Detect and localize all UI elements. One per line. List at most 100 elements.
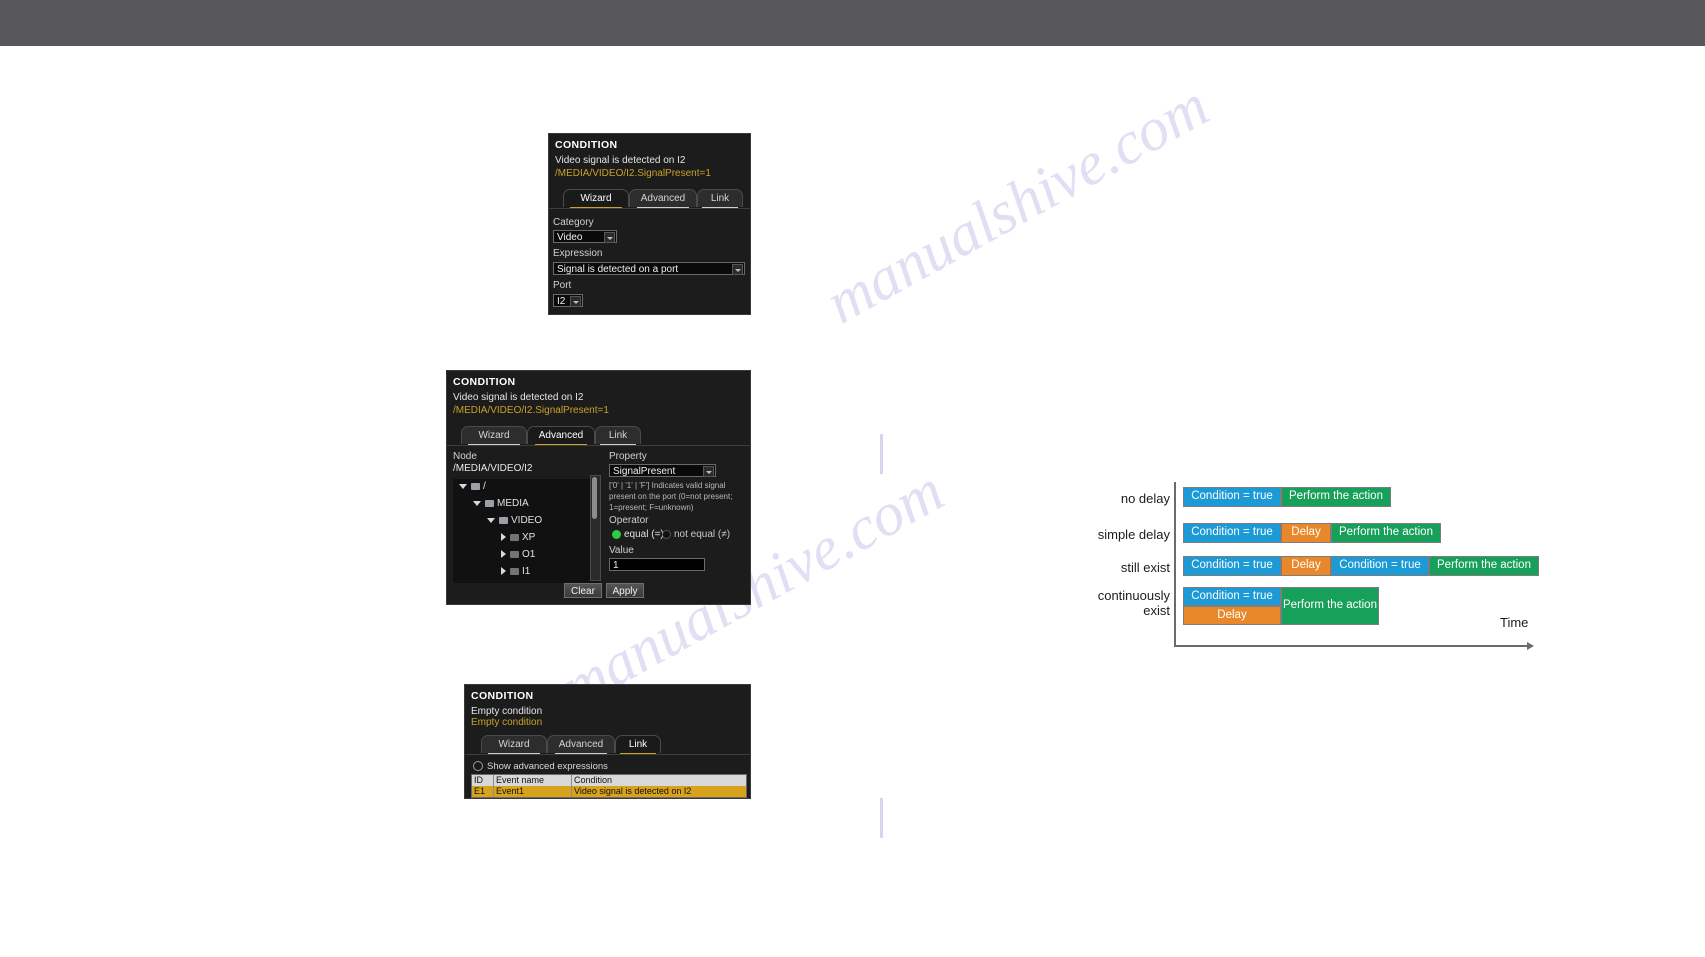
chevron-right-icon[interactable] [501,550,506,559]
category-value: Video [557,232,583,243]
column-header-id: ID [472,775,494,786]
tree-item-label: O1 [522,549,536,560]
tree-item-label: VIDEO [511,515,543,526]
node-tree[interactable]: / MEDIA VIDEO XP O1 I1 [453,479,599,583]
property-value: SignalPresent [613,466,676,477]
linked-events-table[interactable]: ID Event name Condition E1 Event1 Video … [471,774,747,798]
operator-radio-not-equal[interactable]: not equal (≠) [662,529,730,542]
panel-title: CONDITION [453,376,516,388]
row-label-still-exist: still exist [1120,560,1170,575]
segment-perform-action: Perform the action [1281,587,1379,625]
cell-event-name: Event1 [494,786,572,797]
condition-panel-wizard: CONDITION Video signal is detected on I2… [548,133,751,315]
tab-wizard[interactable]: Wizard [461,426,527,446]
chevron-right-icon[interactable] [501,567,506,576]
condition-summary: Video signal is detected on I2 [555,155,686,166]
segment-condition-true: Condition = true [1331,556,1429,576]
chevron-down-icon[interactable] [473,500,481,506]
folder-icon [471,482,480,490]
tree-scrollbar[interactable] [590,475,601,581]
chevron-down-icon[interactable] [487,517,495,523]
segment-condition-true: Condition = true [1183,587,1281,606]
column-header-event-name: Event name [494,775,572,786]
table-row[interactable]: E1 Event1 Video signal is detected on I2 [472,786,746,797]
cell-id: E1 [472,786,494,797]
show-advanced-expressions-toggle[interactable]: Show advanced expressions [473,761,608,773]
radio-selected-icon[interactable] [612,529,621,539]
category-label: Category [553,217,594,228]
page-header-bar [0,0,1705,46]
port-select[interactable]: I2 [553,294,583,307]
watermark-mark [880,434,883,474]
tab-advanced-label: Advanced [640,193,686,204]
tree-item-o1[interactable]: O1 [501,549,535,562]
folder-icon [510,567,519,575]
condition-panel-link: CONDITION Empty condition Empty conditio… [464,684,751,799]
port-label: Port [553,280,572,291]
row-label-continuously: continuously [1097,588,1170,603]
operator-not-equal-label: not equal (≠) [674,529,731,540]
time-axis-label: Time [1500,615,1529,630]
tree-item-media[interactable]: MEDIA [473,498,529,511]
folder-icon [510,533,519,541]
category-select[interactable]: Video [553,230,617,243]
table-header-row: ID Event name Condition [472,775,746,786]
value-input[interactable]: 1 [609,558,705,571]
tree-item-root[interactable]: / [459,481,486,494]
timing-diagram: Time no delay Condition = true Perform t… [1098,482,1539,652]
node-label: Node [453,451,477,462]
chevron-down-icon[interactable] [570,296,581,307]
tab-wizard[interactable]: Wizard [481,735,547,755]
tab-link[interactable]: Link [595,426,641,446]
condition-expression-path: /MEDIA/VIDEO/I2.SignalPresent=1 [555,168,711,179]
diagram-time-axis [1174,645,1529,647]
operator-label: Operator [609,515,649,526]
operator-radio-equal[interactable]: equal (=) [612,529,664,542]
radio-unselected-icon[interactable] [662,529,671,539]
tab-advanced[interactable]: Advanced [527,426,595,446]
chevron-right-icon[interactable] [501,533,506,542]
show-advanced-expressions-label: Show advanced expressions [487,761,608,772]
watermark-mark [880,798,883,838]
chevron-down-icon[interactable] [604,232,615,243]
expression-value: Signal is detected on a port [557,264,679,275]
tree-item-xp[interactable]: XP [501,532,535,545]
expression-select[interactable]: Signal is detected on a port [553,262,745,275]
tab-link[interactable]: Link [697,189,743,209]
chevron-down-icon[interactable] [703,466,714,477]
tab-wizard-label: Wizard [498,739,530,750]
segment-perform-action: Perform the action [1331,523,1441,543]
condition-expression-path: /MEDIA/VIDEO/I2.SignalPresent=1 [453,405,609,416]
tree-item-label: / [483,481,486,492]
time-axis-arrow-icon [1527,642,1534,650]
tree-item-label: MEDIA [497,498,529,509]
tab-advanced-label: Advanced [558,739,604,750]
condition-summary: Video signal is detected on I2 [453,392,584,403]
panel-title: CONDITION [555,139,618,151]
tab-advanced[interactable]: Advanced [629,189,697,209]
chevron-down-icon[interactable] [732,264,743,275]
tab-link-label: Link [710,193,730,204]
tree-item-i1[interactable]: I1 [501,566,530,579]
row-label-exist: exist [1143,603,1170,618]
tree-item-video[interactable]: VIDEO [487,515,542,528]
segment-delay: Delay [1281,556,1331,576]
folder-icon [485,499,494,507]
tab-advanced[interactable]: Advanced [547,735,615,755]
radio-unselected-icon[interactable] [473,761,483,772]
segment-condition-true: Condition = true [1183,523,1281,543]
segment-condition-true: Condition = true [1183,556,1281,576]
property-select[interactable]: SignalPresent [609,464,716,477]
tree-scrollbar-thumb[interactable] [592,477,597,519]
segment-perform-action: Perform the action [1429,556,1539,576]
apply-button[interactable]: Apply [606,583,644,598]
property-description: ['0' | '1' | 'F'] Indicates valid signal… [609,481,733,512]
chevron-down-icon[interactable] [459,483,467,489]
tab-link-label: Link [608,430,628,441]
condition-panel-advanced: CONDITION Video signal is detected on I2… [446,370,751,605]
port-value: I2 [557,296,566,307]
folder-icon [499,516,508,524]
tab-wizard[interactable]: Wizard [563,189,629,209]
tab-link[interactable]: Link [615,735,661,755]
clear-button[interactable]: Clear [564,583,602,598]
